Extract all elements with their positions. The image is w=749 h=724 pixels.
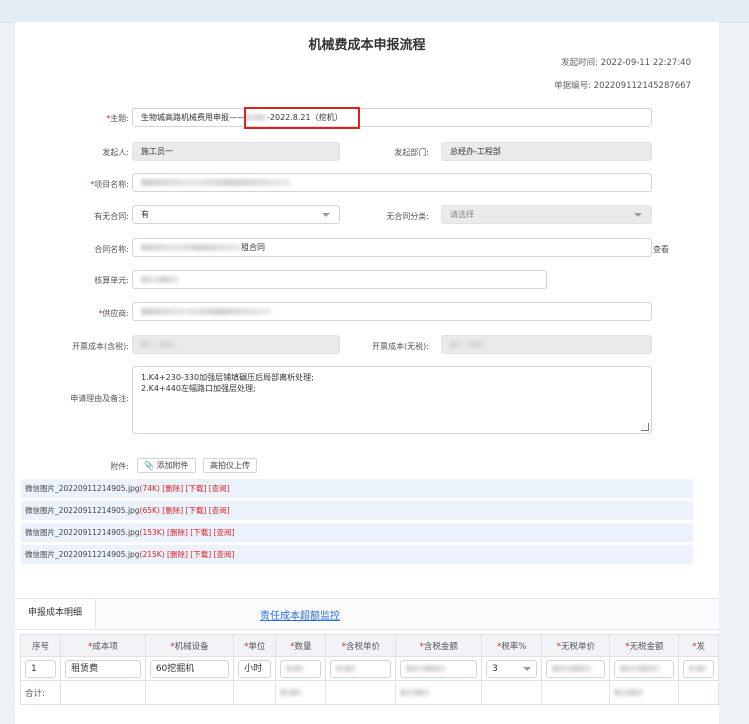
- view-link[interactable]: [查阅]: [209, 484, 230, 493]
- initiator-field: 施工员一: [132, 142, 340, 161]
- tab-cost-detail[interactable]: 申报成本明细: [15, 599, 96, 628]
- view-link[interactable]: [查阅]: [214, 528, 235, 537]
- col-amount-notax: *无税金额: [609, 634, 680, 657]
- start-time: 发起时间: 2022-09-11 22:27:40: [561, 58, 691, 68]
- chevron-down-icon: [322, 213, 330, 217]
- cost-excl-tax-field: [441, 335, 652, 354]
- view-link[interactable]: [查阅]: [209, 506, 230, 515]
- accounting-unit-input[interactable]: [132, 270, 547, 289]
- row-unit-price-tax: [325, 656, 397, 681]
- accounting-unit-label: 核算单元:: [94, 276, 129, 285]
- has-contract-select[interactable]: 有: [132, 205, 340, 224]
- list-item: 微信图片_20220911214905.jpg(215K) [删除] [下载] …: [21, 545, 693, 564]
- total-amount-tax: [395, 680, 483, 705]
- col-amount-tax: *含税金额: [395, 634, 483, 657]
- chevron-down-icon: [634, 213, 642, 217]
- row-machine: 60挖掘机: [144, 656, 235, 681]
- department-label: 发起部门:: [394, 148, 429, 157]
- list-item: 微信图片_20220911214905.jpg(65K) [删除] [下载] […: [21, 501, 693, 520]
- remarks-textarea[interactable]: 1.K4+230-330加强层铺填碾压后局部离析处理; 2.K4+440左幅路口…: [132, 366, 652, 434]
- total-amount-notax: [609, 680, 680, 705]
- project-input[interactable]: [132, 173, 652, 192]
- row-amount-tax: [395, 656, 483, 681]
- download-link[interactable]: [下载]: [186, 506, 207, 515]
- no-contract-category-select[interactable]: 请选择: [441, 205, 652, 224]
- row-cost-item: 租赁费: [60, 656, 146, 681]
- col-qty: *数量: [275, 634, 327, 657]
- subject-input[interactable]: 生物城高路机械费用申报—— -2022.8.21（挖机）: [132, 108, 652, 127]
- cost-incl-tax-label: 开票成本(含税):: [72, 342, 129, 351]
- col-machine: *机械设备: [144, 634, 235, 657]
- cost-excl-tax-label: 开票成本(无税):: [372, 342, 429, 351]
- attachment-label: 附件:: [110, 462, 129, 471]
- view-contract-link[interactable]: 查看: [653, 244, 669, 255]
- col-seq: 序号: [19, 634, 62, 657]
- row-invoice: [678, 656, 719, 681]
- add-attachment-button[interactable]: 📎 添加附件: [137, 458, 196, 473]
- scanner-upload-button[interactable]: 高拍仪上传: [203, 458, 257, 473]
- col-cost-item: *成本项: [60, 634, 146, 657]
- table-header-row: 序号 *成本项 *机械设备 *单位 *数量 *含税单价 *含税金额 *税率% *…: [19, 634, 719, 657]
- table-row: 1 租赁费 60挖掘机 小时 3: [19, 656, 719, 681]
- delete-link[interactable]: [删除]: [162, 484, 183, 493]
- cost-incl-tax-field: [132, 335, 340, 354]
- col-unit: *单位: [233, 634, 277, 657]
- project-label: *项目名称:: [90, 180, 129, 189]
- resize-handle-icon[interactable]: [641, 423, 649, 431]
- delete-link[interactable]: [删除]: [167, 528, 188, 537]
- page-title: 机械费成本申报流程: [308, 38, 426, 53]
- row-seq: 1: [19, 656, 62, 681]
- supplier-label: *供应商:: [98, 309, 129, 318]
- view-link[interactable]: [查阅]: [214, 550, 235, 559]
- cost-detail-table: 序号 *成本项 *机械设备 *单位 *数量 *含税单价 *含税金额 *税率% *…: [19, 634, 719, 705]
- contract-name-label: 合同名称:: [94, 245, 129, 254]
- download-link[interactable]: [下载]: [186, 484, 207, 493]
- delete-link[interactable]: [删除]: [167, 550, 188, 559]
- subject-label: *主题:: [106, 114, 129, 123]
- row-qty: [275, 656, 327, 681]
- detail-tab-bar: 申报成本明细 责任成本超额监控: [15, 598, 719, 630]
- paperclip-icon: 📎: [144, 461, 154, 470]
- total-label: 合计:: [19, 680, 62, 705]
- remarks-label: 申请理由及备注:: [70, 394, 129, 403]
- download-link[interactable]: [下载]: [190, 528, 211, 537]
- list-item: 微信图片_20220911214905.jpg(74K) [删除] [下载] […: [21, 479, 693, 498]
- document-number: 单据编号: 202209112145287667: [554, 81, 691, 91]
- initiator-label: 发起人:: [102, 148, 129, 157]
- total-row: 合计:: [19, 680, 719, 705]
- department-field: 总经办-工程部: [441, 142, 652, 161]
- col-tax-rate: *税率%: [481, 634, 543, 657]
- row-amount-notax: [609, 656, 680, 681]
- supplier-input[interactable]: [132, 302, 652, 321]
- row-unit: 小时: [233, 656, 277, 681]
- col-invoice: *发: [678, 634, 719, 657]
- total-qty: [275, 680, 327, 705]
- cost-monitor-link[interactable]: 责任成本超额监控: [260, 607, 340, 622]
- form-page: 机械费成本申报流程 发起时间: 2022-09-11 22:27:40 单据编号…: [15, 22, 719, 724]
- col-unit-price-tax: *含税单价: [325, 634, 397, 657]
- contract-name-input[interactable]: 租合同: [132, 238, 652, 257]
- top-bar: [0, 0, 749, 23]
- has-contract-label: 有无合同:: [94, 212, 129, 221]
- chevron-down-icon: [523, 666, 532, 671]
- delete-link[interactable]: [删除]: [162, 506, 183, 515]
- download-link[interactable]: [下载]: [190, 550, 211, 559]
- row-tax-rate: 3: [481, 656, 543, 681]
- no-contract-category-label: 无合同分类:: [386, 212, 429, 221]
- highlight-box: [244, 107, 360, 129]
- col-unit-price-notax: *无税单价: [541, 634, 611, 657]
- list-item: 微信图片_20220911214905.jpg(153K) [删除] [下载] …: [21, 523, 693, 542]
- row-unit-price-notax: [541, 656, 611, 681]
